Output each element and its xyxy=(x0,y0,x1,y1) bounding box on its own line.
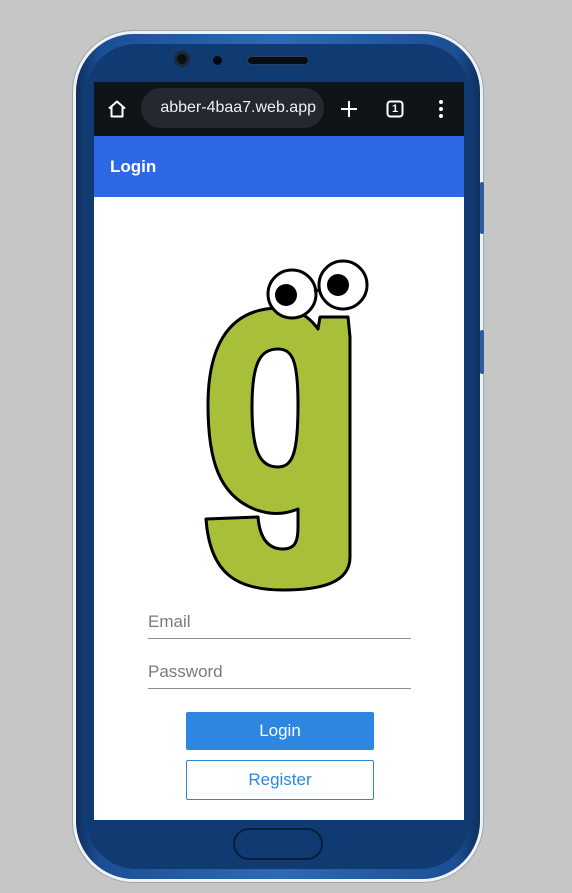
front-camera xyxy=(174,51,190,67)
app-bar: Login xyxy=(94,136,464,197)
login-button-label: Login xyxy=(259,721,301,740)
app-logo xyxy=(204,259,369,592)
earpiece-speaker xyxy=(248,57,308,64)
tab-count: 1 xyxy=(391,103,399,115)
home-button[interactable] xyxy=(233,828,323,860)
register-button[interactable]: Register xyxy=(186,760,374,800)
tab-switcher-icon[interactable]: 1 xyxy=(384,96,406,122)
browser-toolbar: abber-4baa7.web.app 1 xyxy=(94,82,464,136)
email-field[interactable] xyxy=(148,606,411,639)
kebab-menu-icon[interactable] xyxy=(430,96,452,122)
login-button[interactable]: Login xyxy=(186,712,374,750)
screen: abber-4baa7.web.app 1 Login Email Login … xyxy=(94,82,464,820)
register-button-label: Register xyxy=(248,770,312,789)
proximity-sensor xyxy=(213,56,222,65)
address-bar[interactable]: abber-4baa7.web.app xyxy=(141,88,324,128)
power-button xyxy=(480,330,484,374)
url-text: abber-4baa7.web.app xyxy=(160,99,316,116)
plus-icon[interactable] xyxy=(338,96,360,122)
volume-button xyxy=(480,182,484,234)
page-title: Login xyxy=(110,157,157,176)
password-field[interactable] xyxy=(148,656,411,689)
home-icon[interactable] xyxy=(106,96,128,122)
